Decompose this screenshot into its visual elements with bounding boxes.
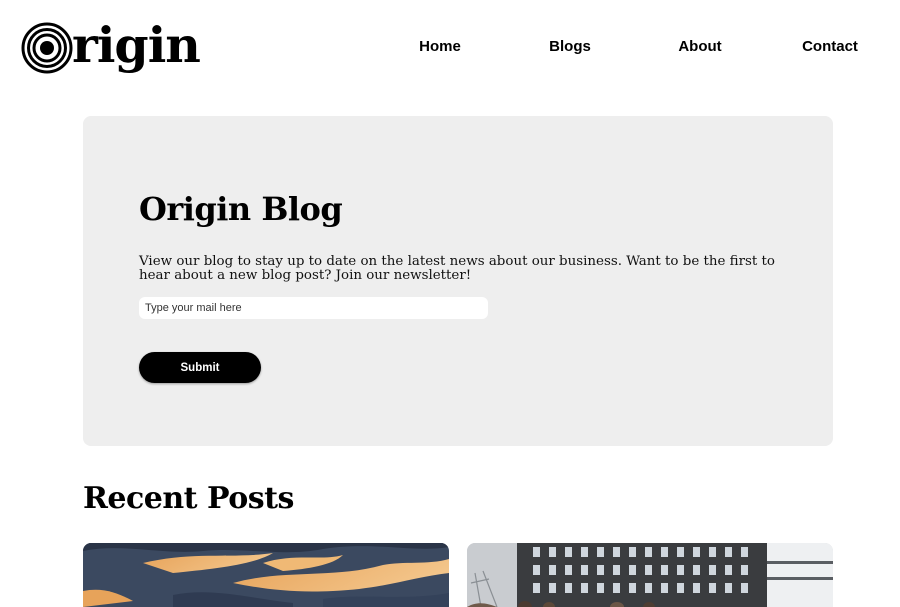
- hero-description: View our blog to stay up to date on the …: [139, 254, 775, 283]
- nav-blogs-link[interactable]: Blogs: [549, 38, 591, 55]
- hero-title: Origin Blog: [139, 190, 343, 228]
- nav-contact-link[interactable]: Contact: [802, 38, 858, 55]
- site-header: rigin Home Blogs About Contact: [0, 0, 900, 95]
- post-card-image-building[interactable]: [467, 543, 833, 607]
- recent-posts-heading: Recent Posts: [83, 481, 294, 516]
- submit-button[interactable]: Submit: [139, 352, 261, 383]
- office-building-image: [467, 543, 833, 607]
- nav-home-link[interactable]: Home: [419, 38, 461, 55]
- desert-dunes-image: [83, 543, 449, 607]
- hero-section: Origin Blog View our blog to stay up to …: [83, 116, 833, 446]
- nav-about-link[interactable]: About: [678, 38, 721, 55]
- post-card-image-desert[interactable]: [83, 543, 449, 607]
- newsletter-email-input[interactable]: [139, 297, 488, 319]
- main-nav: Home Blogs About Contact: [0, 38, 900, 58]
